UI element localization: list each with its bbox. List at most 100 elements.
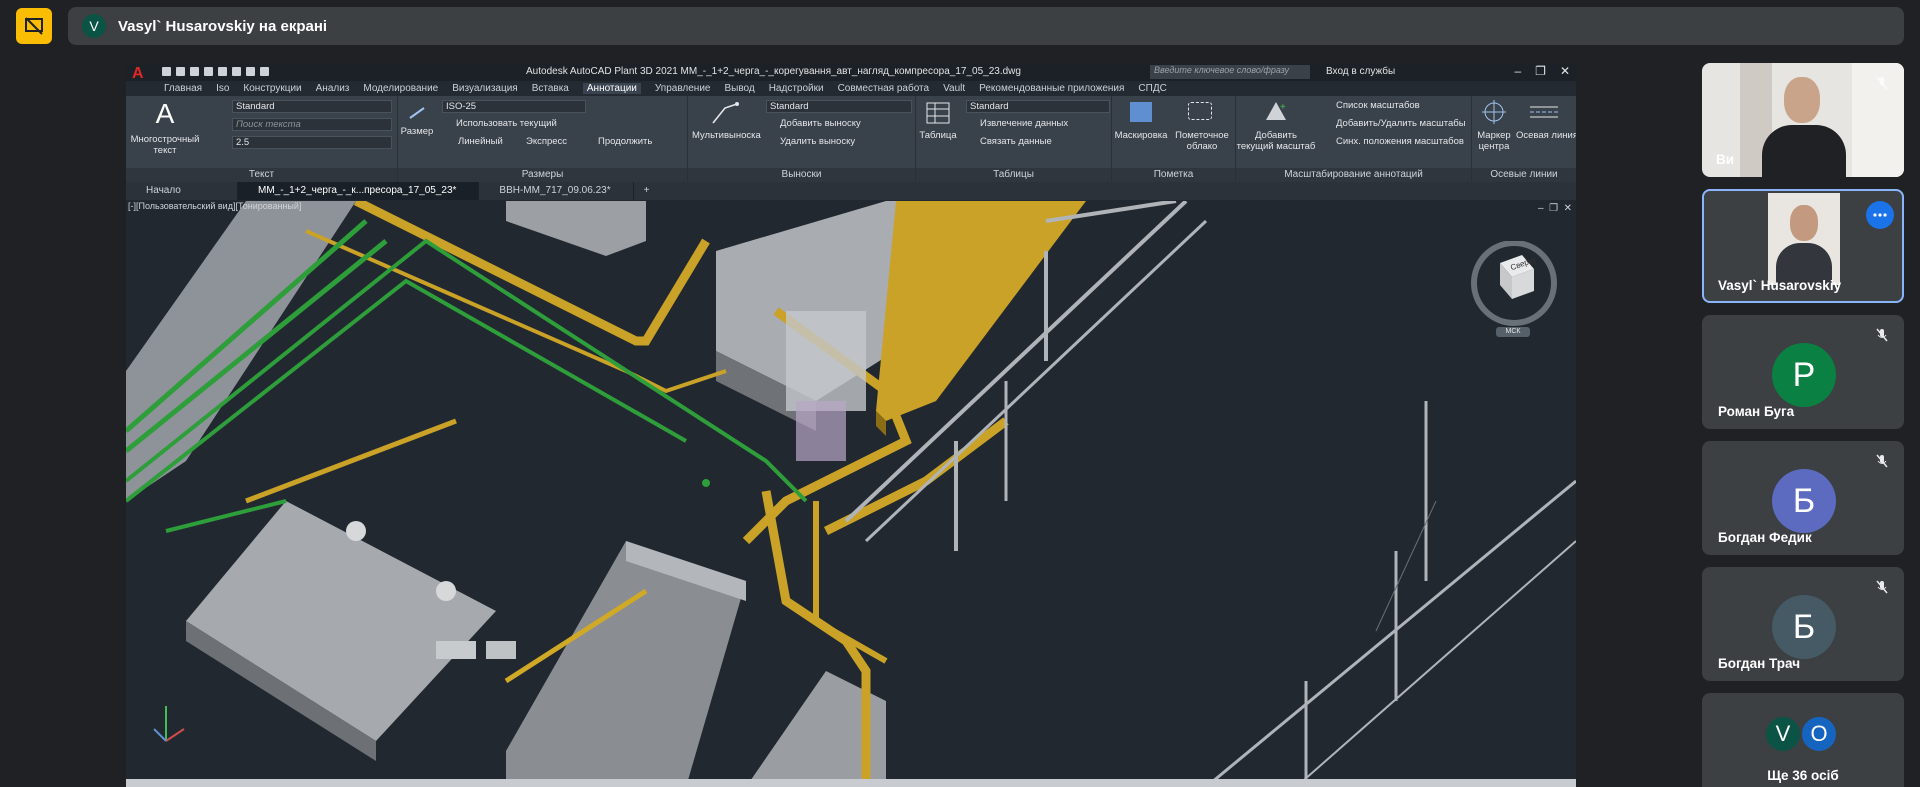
ribbon-tab[interactable]: Вывод xyxy=(724,83,754,94)
new-icon[interactable] xyxy=(162,67,171,76)
ribbon-tab[interactable]: Визуализация xyxy=(452,83,517,94)
tables-panel-label[interactable]: Таблицы xyxy=(916,168,1111,182)
acad-titlebar: A Autodesk AutoCAD Plant 3D 2021 ММ_-_1+… xyxy=(126,63,1576,82)
text-height-input[interactable]: 2.5 xyxy=(232,136,392,149)
use-current-layer[interactable]: Использовать текущий xyxy=(456,118,557,129)
markup-panel: Маскировка Пометочное облако Пометка xyxy=(1112,96,1236,182)
restore-icon[interactable]: ❐ xyxy=(1535,64,1546,78)
participant-name: Ви xyxy=(1716,152,1735,167)
data-extraction-button[interactable]: Извлечение данных xyxy=(980,118,1068,129)
add-leader-button[interactable]: Добавить выноску xyxy=(780,118,861,129)
mtext-icon[interactable]: A xyxy=(130,98,200,130)
redo-icon[interactable] xyxy=(260,67,269,76)
mic-off-icon xyxy=(1876,76,1888,90)
wipeout-button[interactable]: Маскировка xyxy=(1112,130,1170,141)
centerline-button[interactable]: Осевая линия xyxy=(1516,130,1576,141)
participant-name: Vasyl` Husarovskiy xyxy=(1718,278,1842,293)
annotation-scaling-panel: + Добавить текущий масштаб Список масшта… xyxy=(1236,96,1472,182)
ribbon-tab[interactable]: Вставка xyxy=(532,83,569,94)
acad-login[interactable]: Вход в службы xyxy=(1326,66,1395,77)
participant-name: Богдан Трач xyxy=(1718,656,1801,671)
centerline-icon xyxy=(1530,106,1558,118)
viewcube[interactable]: Сверху МСК xyxy=(1466,240,1562,337)
table-style-select[interactable]: Standard xyxy=(966,100,1110,113)
ucs-menu[interactable]: МСК xyxy=(1496,327,1530,337)
leaders-panel-label[interactable]: Выноски xyxy=(688,168,915,182)
quick-access-toolbar xyxy=(162,67,269,76)
plot-icon[interactable] xyxy=(218,67,227,76)
ribbon: A Многострочный текст Standard Поиск тек… xyxy=(126,96,1576,182)
leader-style-select[interactable]: Standard xyxy=(766,100,912,113)
add-current-scale-button[interactable]: Добавить текущий масштаб xyxy=(1236,130,1316,152)
sync-scale-positions-button[interactable]: Синх. положения масштабов xyxy=(1336,136,1464,147)
ribbon-tab[interactable]: Рекомендованные приложения xyxy=(979,83,1124,94)
vasyl-video xyxy=(1768,193,1840,285)
table-button[interactable]: Таблица xyxy=(916,130,960,141)
close-icon[interactable]: ✕ xyxy=(1560,64,1570,78)
scale-list-button[interactable]: Список масштабов xyxy=(1336,100,1420,111)
print-icon[interactable] xyxy=(232,67,241,76)
express-dim-button[interactable]: Экспресс xyxy=(526,136,567,147)
stop-presenting-icon[interactable] xyxy=(16,8,52,44)
text-style-select[interactable]: Standard xyxy=(232,100,392,113)
mtext-button[interactable]: Многострочный текст xyxy=(128,134,202,156)
link-data-button[interactable]: Связать данные xyxy=(980,136,1052,147)
ribbon-tab[interactable]: Главная xyxy=(164,83,202,94)
linear-dim-button[interactable]: Линейный xyxy=(458,136,503,147)
find-text-input[interactable]: Поиск текста xyxy=(232,118,392,131)
continue-dim-button[interactable]: Продолжить xyxy=(598,136,652,147)
acad-window-controls: – ❐ ✕ xyxy=(1514,64,1570,78)
doc-tab-start[interactable]: Начало xyxy=(126,182,238,200)
centerline-panel-label[interactable]: Осевые линии xyxy=(1472,168,1576,182)
ribbon-tab[interactable]: Управление xyxy=(655,83,711,94)
remove-leader-button[interactable]: Удалить выноску xyxy=(780,136,855,147)
revcloud-button[interactable]: Пометочное облако xyxy=(1172,130,1232,152)
tile-bohdan-trach[interactable]: Б Богдан Трач xyxy=(1702,567,1904,681)
mic-off-icon xyxy=(1876,580,1888,594)
ribbon-tab[interactable]: Совместная работа xyxy=(838,83,930,94)
doc-tab-vvn[interactable]: ВВН-ММ_717_09.06.23* xyxy=(479,182,634,200)
mic-off-icon xyxy=(1876,328,1888,342)
ribbon-tab[interactable]: Надстройки xyxy=(769,83,824,94)
ribbon-tab[interactable]: Аннотации xyxy=(582,83,641,94)
tile-bohdan-fedyk[interactable]: Б Богдан Федик xyxy=(1702,441,1904,555)
ribbon-tab[interactable]: Конструкции xyxy=(243,83,301,94)
avatar: Р xyxy=(1772,343,1836,407)
dim-style-select[interactable]: ISO-25 xyxy=(442,100,586,113)
open-icon[interactable] xyxy=(176,67,185,76)
ribbon-tab[interactable]: СПДС xyxy=(1138,83,1166,94)
center-mark-button[interactable]: Маркер центра xyxy=(1472,130,1516,152)
tile-vasyl[interactable]: Vasyl` Husarovskiy xyxy=(1702,189,1904,303)
tile-roman[interactable]: Р Роман Буга xyxy=(1702,315,1904,429)
add-scale-icon: + xyxy=(1266,102,1286,120)
viewport-controls-label[interactable]: [-][Пользовательский вид][Тонированный] xyxy=(128,201,301,211)
multileader-button[interactable]: Мультивыноска xyxy=(692,130,761,141)
acad-search-input[interactable]: Введите ключевое слово/фразу xyxy=(1150,65,1310,79)
viewcube-icon xyxy=(1471,240,1557,326)
ribbon-tab[interactable]: Vault xyxy=(943,83,965,94)
meeting-topbar: V Vasyl` Husarovskiy на екрані xyxy=(0,0,1920,52)
add-remove-scales-button[interactable]: Добавить/Удалить масштабы xyxy=(1336,118,1466,129)
drawing-viewport[interactable]: [-][Пользовательский вид][Тонированный] xyxy=(126,201,1576,787)
leaders-panel: Мультивыноска Standard Добавить выноску … xyxy=(688,96,916,182)
ribbon-tab[interactable]: Iso xyxy=(216,83,229,94)
more-options-button[interactable] xyxy=(1866,201,1894,229)
command-line[interactable] xyxy=(126,779,1576,787)
save-icon[interactable] xyxy=(190,67,199,76)
new-tab-icon[interactable]: + xyxy=(634,182,660,200)
scale-panel-label[interactable]: Масштабирование аннотаций xyxy=(1236,168,1471,182)
minimize-icon[interactable]: – xyxy=(1514,64,1521,78)
dimension-button[interactable]: Размер xyxy=(400,126,434,137)
autocad-logo[interactable]: A xyxy=(132,65,148,87)
dims-panel-label[interactable]: Размеры xyxy=(398,168,687,182)
tile-self[interactable]: Ви xyxy=(1702,63,1904,177)
tile-others[interactable]: V O Ще 36 осіб xyxy=(1702,693,1904,787)
save-as-icon[interactable] xyxy=(204,67,213,76)
viewport-window-controls[interactable]: – ❐ ✕ xyxy=(1538,203,1572,214)
text-panel-label[interactable]: Текст xyxy=(126,168,397,182)
ribbon-tab[interactable]: Анализ xyxy=(316,83,350,94)
markup-panel-label[interactable]: Пометка xyxy=(1112,168,1235,182)
undo-icon[interactable] xyxy=(246,67,255,76)
doc-tab-active[interactable]: ММ_-_1+2_черга_-_к...пресора_17_05_23* xyxy=(238,182,480,200)
ribbon-tab[interactable]: Моделирование xyxy=(363,83,438,94)
